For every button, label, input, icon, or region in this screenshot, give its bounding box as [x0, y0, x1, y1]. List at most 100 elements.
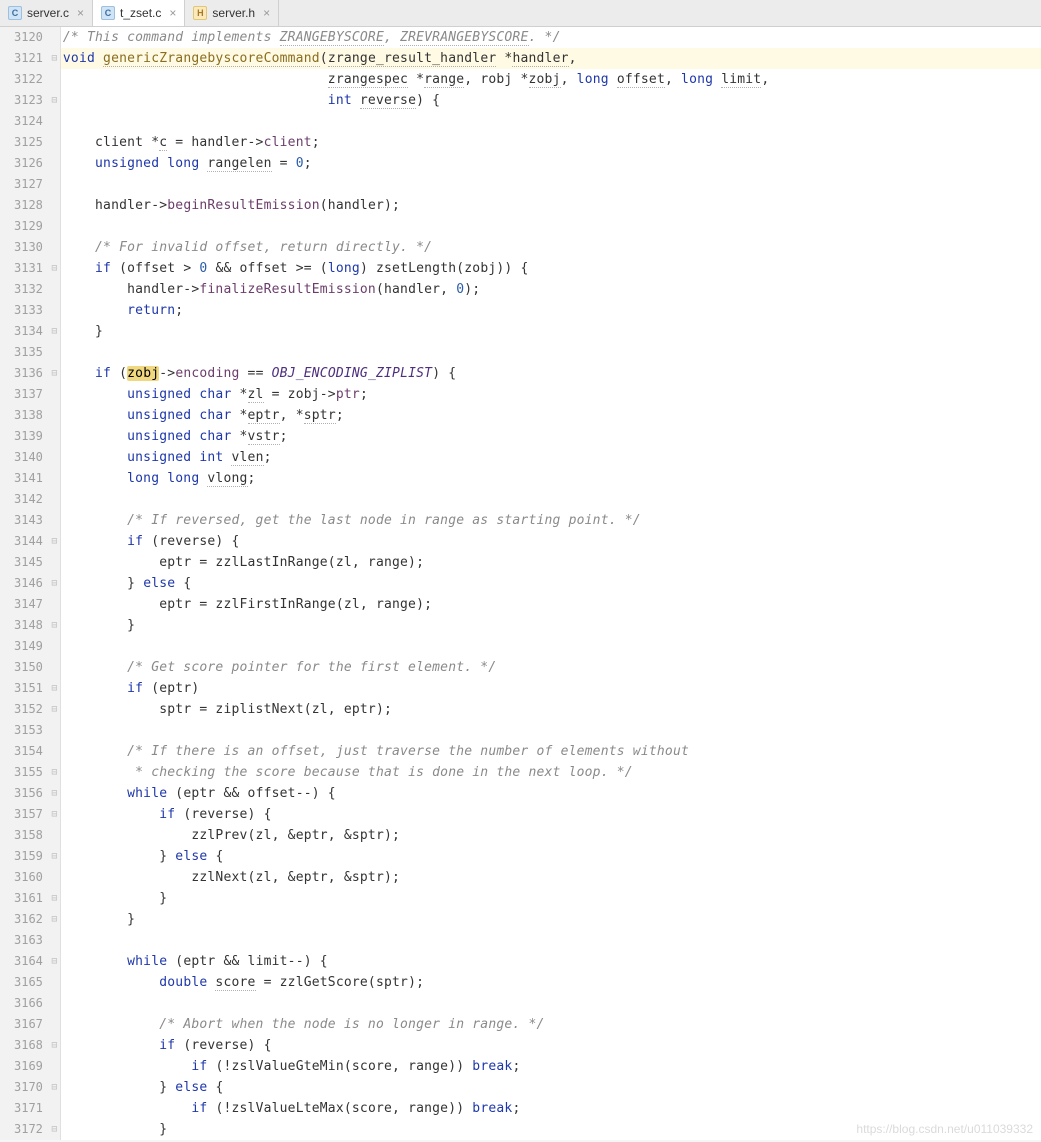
line-number: 3121: [14, 48, 43, 69]
fold-marker[interactable]: ⊟: [49, 90, 60, 111]
code-line[interactable]: }: [61, 1119, 1041, 1140]
code-line[interactable]: if (!zslValueGteMin(score, range)) break…: [61, 1056, 1041, 1077]
code-line[interactable]: [61, 930, 1041, 951]
code-line[interactable]: zzlNext(zl, &eptr, &sptr);: [61, 867, 1041, 888]
token: /* This command implements: [63, 30, 280, 45]
fold-marker[interactable]: ⊟: [49, 321, 60, 342]
code-line[interactable]: handler->finalizeResultEmission(handler,…: [61, 279, 1041, 300]
code-line[interactable]: unsigned int vlen;: [61, 447, 1041, 468]
code-line[interactable]: /* Get score pointer for the first eleme…: [61, 657, 1041, 678]
code-line[interactable]: /* This command implements ZRANGEBYSCORE…: [61, 27, 1041, 48]
fold-marker[interactable]: ⊟: [49, 888, 60, 909]
code-line[interactable]: }: [61, 888, 1041, 909]
code-line[interactable]: [61, 993, 1041, 1014]
token: ) {: [432, 366, 456, 381]
tab-t_zset-c[interactable]: Ct_zset.c×: [93, 0, 185, 26]
fold-marker[interactable]: ⊟: [49, 615, 60, 636]
code-line[interactable]: zzlPrev(zl, &eptr, &sptr);: [61, 825, 1041, 846]
token: ;: [264, 450, 272, 465]
fold-marker[interactable]: ⊟: [49, 363, 60, 384]
code-line[interactable]: /* Abort when the node is no longer in r…: [61, 1014, 1041, 1035]
code-line[interactable]: if (zobj->encoding == OBJ_ENCODING_ZIPLI…: [61, 363, 1041, 384]
close-icon[interactable]: ×: [263, 6, 270, 20]
line-number: 3171: [14, 1098, 43, 1119]
code-line[interactable]: if (reverse) {: [61, 804, 1041, 825]
fold-marker[interactable]: ⊟: [49, 258, 60, 279]
code-line[interactable]: if (eptr): [61, 678, 1041, 699]
tab-label: server.h: [212, 6, 255, 20]
token: * checking the score because that is don…: [135, 765, 633, 780]
c-file-icon: C: [8, 6, 22, 20]
fold-marker: [49, 342, 60, 363]
code-line[interactable]: /* If reversed, get the last node in ran…: [61, 510, 1041, 531]
code-line[interactable]: [61, 720, 1041, 741]
code-line[interactable]: [61, 174, 1041, 195]
code-line[interactable]: if (reverse) {: [61, 1035, 1041, 1056]
fold-marker[interactable]: ⊟: [49, 48, 60, 69]
line-number: 3140: [14, 447, 43, 468]
fold-marker[interactable]: ⊟: [49, 573, 60, 594]
tab-server-h[interactable]: Hserver.h×: [185, 0, 279, 26]
close-icon[interactable]: ×: [77, 6, 84, 20]
code-line[interactable]: eptr = zzlFirstInRange(zl, range);: [61, 594, 1041, 615]
line-number: 3150: [14, 657, 43, 678]
fold-marker[interactable]: ⊟: [49, 846, 60, 867]
code-line[interactable]: zrangespec *range, robj *zobj, long offs…: [61, 69, 1041, 90]
code-line[interactable]: while (eptr && limit--) {: [61, 951, 1041, 972]
fold-marker[interactable]: ⊟: [49, 678, 60, 699]
fold-marker: [49, 1056, 60, 1077]
code-line[interactable]: while (eptr && offset--) {: [61, 783, 1041, 804]
code-line[interactable]: [61, 111, 1041, 132]
code-line[interactable]: handler->beginResultEmission(handler);: [61, 195, 1041, 216]
code-line[interactable]: unsigned char *vstr;: [61, 426, 1041, 447]
code-line[interactable]: unsigned char *eptr, *sptr;: [61, 405, 1041, 426]
code-line[interactable]: } else {: [61, 1077, 1041, 1098]
fold-marker[interactable]: ⊟: [49, 1119, 60, 1140]
code-line[interactable]: void genericZrangebyscoreCommand(zrange_…: [61, 48, 1041, 69]
token: zobj: [127, 366, 159, 381]
code-line[interactable]: /* If there is an offset, just traverse …: [61, 741, 1041, 762]
token: ;: [175, 303, 183, 318]
code-line[interactable]: [61, 342, 1041, 363]
fold-marker[interactable]: ⊟: [49, 699, 60, 720]
code-line[interactable]: } else {: [61, 573, 1041, 594]
fold-marker[interactable]: ⊟: [49, 762, 60, 783]
line-number: 3161: [14, 888, 43, 909]
code-line[interactable]: }: [61, 615, 1041, 636]
code-line[interactable]: [61, 489, 1041, 510]
code-line[interactable]: eptr = zzlLastInRange(zl, range);: [61, 552, 1041, 573]
code-line[interactable]: } else {: [61, 846, 1041, 867]
close-icon[interactable]: ×: [169, 6, 176, 20]
code-line[interactable]: client *c = handler->client;: [61, 132, 1041, 153]
fold-marker[interactable]: ⊟: [49, 531, 60, 552]
code-line[interactable]: double score = zzlGetScore(sptr);: [61, 972, 1041, 993]
code-line[interactable]: unsigned char *zl = zobj->ptr;: [61, 384, 1041, 405]
code-line[interactable]: int reverse) {: [61, 90, 1041, 111]
code-line[interactable]: }: [61, 909, 1041, 930]
fold-marker[interactable]: ⊟: [49, 951, 60, 972]
fold-marker[interactable]: ⊟: [49, 909, 60, 930]
token: (!zslValueLteMax(score, range)): [215, 1101, 472, 1116]
code-line[interactable]: * checking the score because that is don…: [61, 762, 1041, 783]
fold-marker[interactable]: ⊟: [49, 804, 60, 825]
line-number: 3167: [14, 1014, 43, 1035]
code-line[interactable]: /* For invalid offset, return directly. …: [61, 237, 1041, 258]
token: *: [408, 72, 424, 87]
tab-server-c[interactable]: Cserver.c×: [0, 0, 93, 26]
code-line[interactable]: if (reverse) {: [61, 531, 1041, 552]
code-line[interactable]: unsigned long rangelen = 0;: [61, 153, 1041, 174]
code-line[interactable]: if (!zslValueLteMax(score, range)) break…: [61, 1098, 1041, 1119]
fold-marker[interactable]: ⊟: [49, 1035, 60, 1056]
code-line[interactable]: if (offset > 0 && offset >= (long) zsetL…: [61, 258, 1041, 279]
token: long long: [127, 471, 207, 486]
code-area[interactable]: /* This command implements ZRANGEBYSCORE…: [61, 27, 1041, 1140]
code-line[interactable]: long long vlong;: [61, 468, 1041, 489]
line-number: 3158: [14, 825, 43, 846]
fold-marker[interactable]: ⊟: [49, 1077, 60, 1098]
code-line[interactable]: return;: [61, 300, 1041, 321]
code-line[interactable]: [61, 636, 1041, 657]
code-line[interactable]: [61, 216, 1041, 237]
code-line[interactable]: sptr = ziplistNext(zl, eptr);: [61, 699, 1041, 720]
fold-marker[interactable]: ⊟: [49, 783, 60, 804]
code-line[interactable]: }: [61, 321, 1041, 342]
